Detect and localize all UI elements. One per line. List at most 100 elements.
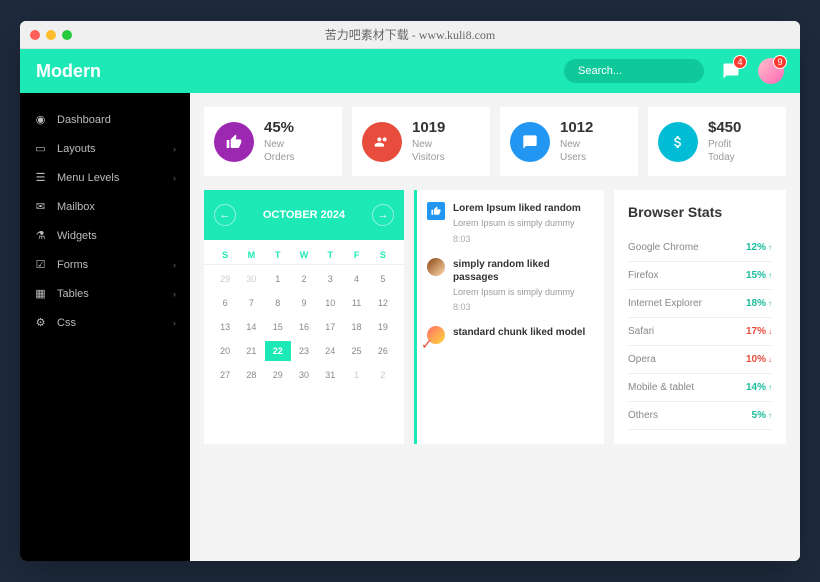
sidebar-item-forms[interactable]: ☑ Forms ›	[20, 250, 190, 279]
cal-cell[interactable]: 28	[238, 365, 264, 385]
sidebar-item-mailbox[interactable]: ✉ Mailbox	[20, 192, 190, 221]
cal-cell[interactable]: 2	[370, 365, 396, 385]
cal-cell[interactable]: 1	[343, 365, 369, 385]
window-title: 苦力吧素材下载 - www.kuli8.com	[325, 26, 496, 43]
search-input[interactable]: Search...	[564, 59, 704, 83]
cal-cell[interactable]: 27	[212, 365, 238, 385]
browser-stat-row: Safari17%↓	[628, 318, 772, 346]
cal-cell[interactable]: 13	[212, 317, 238, 337]
sidebar-item-menu-levels[interactable]: ☰ Menu Levels ›	[20, 163, 190, 192]
sidebar-label: Forms	[57, 259, 88, 271]
chevron-right-icon: ›	[173, 144, 176, 154]
cal-cell[interactable]: 23	[291, 341, 317, 361]
cal-prev[interactable]: ←	[214, 204, 236, 226]
cal-day-header: S	[212, 250, 238, 260]
cal-cell[interactable]: 30	[238, 269, 264, 289]
cal-cell[interactable]: 3	[317, 269, 343, 289]
cal-cell[interactable]: 29	[265, 365, 291, 385]
cal-cell[interactable]: 10	[317, 293, 343, 313]
chevron-right-icon: ›	[173, 260, 176, 270]
tables-icon: ▦	[34, 287, 47, 300]
chevron-right-icon: ›	[173, 173, 176, 183]
cal-cell[interactable]: 22	[265, 341, 291, 361]
mail-icon: ✉	[34, 200, 47, 213]
brand: Modern	[36, 61, 101, 82]
cal-day-header: T	[317, 250, 343, 260]
cal-day-header: W	[291, 250, 317, 260]
stat-icon	[510, 122, 550, 162]
cal-cell[interactable]: 18	[343, 317, 369, 337]
user-avatar[interactable]: 9	[758, 58, 784, 84]
cal-cell[interactable]: 6	[212, 293, 238, 313]
sidebar-label: Tables	[57, 288, 89, 300]
maximize-dot[interactable]	[62, 30, 72, 40]
titlebar: 苦力吧素材下载 - www.kuli8.com	[20, 21, 800, 49]
cal-cell[interactable]: 21	[238, 341, 264, 361]
widget-icon: ⚗	[34, 229, 47, 242]
check-icon: ✓	[421, 336, 433, 353]
stat-icon	[658, 122, 698, 162]
stat-icon	[214, 122, 254, 162]
chevron-right-icon: ›	[173, 289, 176, 299]
feed-item[interactable]: ✓standard chunk liked model	[427, 326, 594, 344]
sidebar-label: Widgets	[57, 230, 97, 242]
sidebar-item-tables[interactable]: ▦ Tables ›	[20, 279, 190, 308]
cal-day-header: S	[370, 250, 396, 260]
browser-stat-row: Google Chrome12%↑	[628, 234, 772, 262]
minimize-dot[interactable]	[46, 30, 56, 40]
sidebar-item-layouts[interactable]: ▭Layouts›	[20, 134, 190, 163]
feed-item[interactable]: Lorem Ipsum liked randomLorem Ipsum is s…	[427, 202, 594, 244]
cal-cell[interactable]: 31	[317, 365, 343, 385]
cal-cell[interactable]: 19	[370, 317, 396, 337]
css-icon: ⚙	[34, 316, 47, 329]
chat-icon[interactable]: 4	[718, 58, 744, 84]
stat-icon	[362, 122, 402, 162]
dashboard-icon: ◉	[34, 113, 47, 126]
cal-cell[interactable]: 2	[291, 269, 317, 289]
avatar-icon	[427, 258, 445, 276]
browser-stats-title: Browser Stats	[628, 204, 772, 220]
cal-cell[interactable]: 17	[317, 317, 343, 337]
cal-cell[interactable]: 24	[317, 341, 343, 361]
sidebar-label: Mailbox	[57, 201, 95, 213]
cal-cell[interactable]: 5	[370, 269, 396, 289]
sidebar-item-css[interactable]: ⚙ Css ›	[20, 308, 190, 337]
calendar: ← OCTOBER 2024 → SMTWTFS 293012345678910…	[204, 190, 404, 444]
notif-badge: 4	[733, 55, 747, 69]
cal-cell[interactable]: 16	[291, 317, 317, 337]
cal-day-header: M	[238, 250, 264, 260]
cal-cell[interactable]: 26	[370, 341, 396, 361]
sidebar-label: Css	[57, 317, 76, 329]
stat-card-3: $450ProfitToday	[648, 107, 786, 176]
cal-cell[interactable]: 29	[212, 269, 238, 289]
feed-item[interactable]: simply random liked passagesLorem Ipsum …	[427, 258, 594, 313]
chevron-right-icon: ›	[173, 318, 176, 328]
cal-cell[interactable]: 7	[238, 293, 264, 313]
sidebar-label: Menu Levels	[57, 172, 119, 184]
browser-stat-row: Internet Explorer18%↑	[628, 290, 772, 318]
sidebar-item-widgets[interactable]: ⚗ Widgets	[20, 221, 190, 250]
cal-cell[interactable]: 14	[238, 317, 264, 337]
cal-day-header: F	[343, 250, 369, 260]
browser-stat-row: Others5%↑	[628, 402, 772, 430]
sidebar-item-dashboard[interactable]: ◉ Dashboard	[20, 105, 190, 134]
sidebar-label: Dashboard	[57, 114, 111, 126]
menu-icon: ☰	[34, 171, 47, 184]
cal-cell[interactable]: 11	[343, 293, 369, 313]
cal-cell[interactable]: 4	[343, 269, 369, 289]
forms-icon: ☑	[34, 258, 47, 271]
sidebar-label: Layouts	[57, 143, 96, 155]
cal-day-header: T	[265, 250, 291, 260]
browser-stat-row: Firefox15%↑	[628, 262, 772, 290]
browser-stat-row: Mobile & tablet14%↑	[628, 374, 772, 402]
cal-cell[interactable]: 12	[370, 293, 396, 313]
cal-cell[interactable]: 1	[265, 269, 291, 289]
cal-next[interactable]: →	[372, 204, 394, 226]
cal-cell[interactable]: 15	[265, 317, 291, 337]
cal-cell[interactable]: 30	[291, 365, 317, 385]
cal-cell[interactable]: 25	[343, 341, 369, 361]
close-dot[interactable]	[30, 30, 40, 40]
cal-cell[interactable]: 20	[212, 341, 238, 361]
cal-cell[interactable]: 8	[265, 293, 291, 313]
cal-cell[interactable]: 9	[291, 293, 317, 313]
